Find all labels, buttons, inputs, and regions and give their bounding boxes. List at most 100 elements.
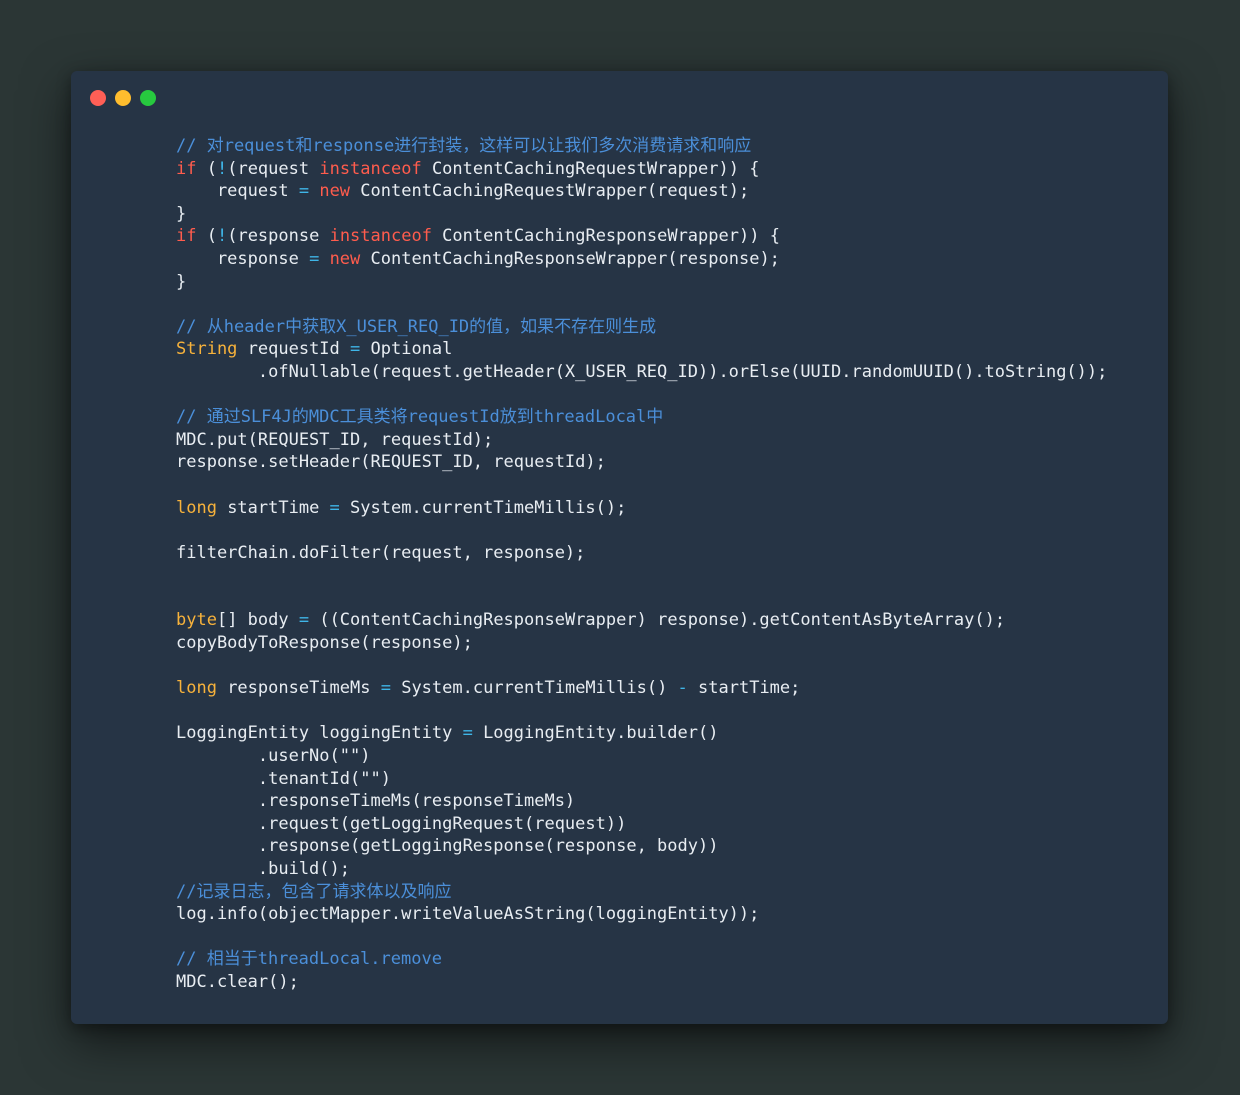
code-line: .ofNullable(request.getHeader(X_USER_REQ… xyxy=(176,361,1108,384)
close-dot-icon[interactable] xyxy=(90,90,106,106)
code-line: .tenantId("") xyxy=(176,768,1107,791)
code-token: (request xyxy=(227,158,320,179)
code-token: ContentCachingResponseWrapper)) { xyxy=(431,226,780,247)
code-token: - xyxy=(677,678,688,699)
code-token: ! xyxy=(216,226,228,247)
code-token: .userNo( xyxy=(176,746,340,767)
code-token: filterChain.doFilter(request, response); xyxy=(176,542,586,563)
code-token: response xyxy=(176,248,310,269)
code-token: ) xyxy=(380,768,391,789)
code-token: ( xyxy=(196,226,217,247)
code-line: .build(); xyxy=(176,858,1107,881)
code-token: Optional xyxy=(360,339,453,360)
code-token: = xyxy=(298,181,310,202)
code-line: .request(getLoggingRequest(request)) xyxy=(176,813,1107,836)
code-token: requestId xyxy=(237,339,351,360)
code-line: LoggingEntity loggingEntity = LoggingEnt… xyxy=(176,722,1107,745)
code-comment: //记录日志，包含了请求体以及响应 xyxy=(176,881,452,902)
code-token: ) xyxy=(360,746,371,767)
code-token: String xyxy=(176,339,238,360)
code-line: // 从header中获取X_USER_REQ_ID的值，如果不存在则生成 xyxy=(176,316,1107,339)
code-token: ! xyxy=(216,158,228,179)
code-token: = xyxy=(329,497,340,518)
code-token: .response(getLoggingResponse(response, b… xyxy=(176,836,719,857)
code-token: LoggingEntity.builder() xyxy=(472,723,719,744)
code-token: = xyxy=(462,723,473,744)
code-line: .responseTimeMs(responseTimeMs) xyxy=(176,790,1107,813)
code-token: = xyxy=(309,248,320,269)
code-line: // 对request和response进行封装，这样可以让我们多次消费请求和响… xyxy=(176,135,1107,158)
code-line: response = new ContentCachingResponseWra… xyxy=(176,248,1107,271)
code-token: MDC.put(REQUEST_ID, requestId); xyxy=(176,429,494,450)
code-line: copyBodyToResponse(response); xyxy=(176,632,1107,655)
code-token: new xyxy=(319,181,351,202)
minimize-dot-icon[interactable] xyxy=(115,90,131,106)
code-line: byte[] body = ((ContentCachingResponseWr… xyxy=(176,609,1107,632)
code-comment: // 从header中获取X_USER_REQ_ID的值，如果不存在则生成 xyxy=(176,316,657,337)
code-token: } xyxy=(176,203,187,224)
code-token: ContentCachingRequestWrapper)) { xyxy=(421,158,760,179)
code-comment: // 通过SLF4J的MDC工具类将requestId放到threadLocal… xyxy=(176,407,664,428)
code-token: .ofNullable(request.getHeader(X_USER_REQ… xyxy=(176,361,1108,382)
code-token: .build(); xyxy=(176,859,350,879)
code-token: MDC.clear(); xyxy=(176,971,299,992)
code-token: new xyxy=(329,248,361,269)
code-token: if xyxy=(176,158,197,179)
code-token: ContentCachingResponseWrapper(response); xyxy=(360,248,780,269)
code-token: long xyxy=(176,497,217,518)
code-line: log.info(objectMapper.writeValueAsString… xyxy=(176,903,1107,926)
code-token: = xyxy=(298,610,310,631)
code-token: LoggingEntity loggingEntity xyxy=(176,723,463,744)
code-token: "" xyxy=(339,746,361,767)
code-line: .userNo("") xyxy=(176,745,1107,768)
maximize-dot-icon[interactable] xyxy=(140,90,156,106)
code-token: responseTimeMs xyxy=(216,678,381,699)
code-token: ContentCachingRequestWrapper(request); xyxy=(350,181,750,202)
code-token: .request(getLoggingRequest(request)) xyxy=(176,813,627,834)
code-token: request xyxy=(176,181,299,202)
code-line: MDC.clear(); xyxy=(176,971,1107,994)
code-comment: // 相当于threadLocal.remove xyxy=(176,949,442,970)
code-token: instanceof xyxy=(329,226,432,247)
code-token: [] body xyxy=(216,610,299,631)
code-token: long xyxy=(176,678,217,699)
code-line: response.setHeader(REQUEST_ID, requestId… xyxy=(176,451,1107,474)
code-line: } xyxy=(176,203,1107,226)
code-line: if (!(request instanceof ContentCachingR… xyxy=(176,158,1107,181)
code-window: // 对request和response进行封装，这样可以让我们多次消费请求和响… xyxy=(71,71,1168,1024)
code-line: request = new ContentCachingRequestWrapp… xyxy=(176,180,1107,203)
code-line: // 通过SLF4J的MDC工具类将requestId放到threadLocal… xyxy=(176,406,1107,429)
code-token: .responseTimeMs(responseTimeMs) xyxy=(176,791,576,812)
code-line: long startTime = System.currentTimeMilli… xyxy=(176,497,1107,520)
code-token: = xyxy=(350,339,361,360)
code-token: "" xyxy=(360,768,381,789)
code-line: //记录日志，包含了请求体以及响应 xyxy=(176,881,1107,904)
code-block: // 对request和response进行封装，这样可以让我们多次消费请求和响… xyxy=(176,135,1107,994)
code-line: } xyxy=(176,271,1107,294)
code-token: ((ContentCachingResponseWrapper) respons… xyxy=(309,610,1006,631)
code-line: MDC.put(REQUEST_ID, requestId); xyxy=(176,429,1107,452)
code-line: .response(getLoggingResponse(response, b… xyxy=(176,835,1107,858)
code-token: System.currentTimeMillis(); xyxy=(339,497,627,518)
code-token: byte xyxy=(176,610,217,631)
code-line: if (!(response instanceof ContentCaching… xyxy=(176,225,1107,248)
code-token: ( xyxy=(196,158,217,179)
code-token: .tenantId( xyxy=(176,768,361,789)
code-token: startTime xyxy=(216,497,330,518)
code-comment: // 对request和response进行封装，这样可以让我们多次消费请求和响… xyxy=(176,136,752,156)
code-token: System.currentTimeMillis() xyxy=(390,678,678,699)
code-token: if xyxy=(176,226,197,247)
code-token: copyBodyToResponse(response); xyxy=(176,633,473,654)
code-token: log.info(objectMapper.writeValueAsString… xyxy=(176,904,760,925)
window-controls xyxy=(90,90,156,106)
code-line: long responseTimeMs = System.currentTime… xyxy=(176,677,1107,700)
code-token: = xyxy=(380,678,391,699)
